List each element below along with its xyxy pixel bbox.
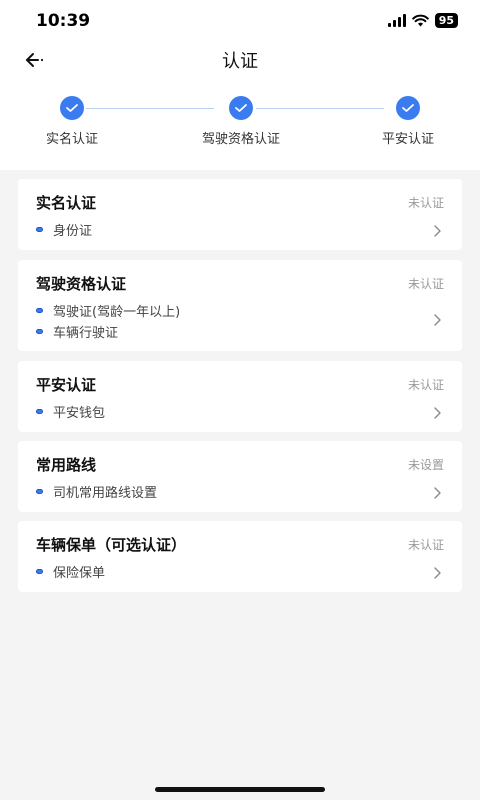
chevron-right-icon	[434, 407, 441, 419]
status-badge: 未认证	[407, 378, 444, 392]
card-title: 平安认证	[36, 376, 97, 394]
card-vehicle-insurance[interactable]: 车辆保单（可选认证） 未认证 保险保单	[18, 521, 462, 592]
status-badge: 未认证	[407, 538, 444, 552]
list-item: 平安钱包	[36, 402, 105, 421]
card-real-name[interactable]: 实名认证 未认证 身份证	[18, 179, 462, 250]
item-label: 车辆行驶证	[53, 326, 119, 341]
page-title: 认证	[222, 51, 258, 72]
status-time: 10:39	[36, 11, 91, 31]
step-label: 驾驶资格认证	[201, 132, 280, 147]
bullet-icon	[36, 227, 43, 232]
card-safety[interactable]: 平安认证 未认证 平安钱包	[18, 361, 462, 432]
bullet-icon	[36, 308, 43, 313]
list-item: 车辆行驶证	[36, 322, 118, 341]
status-badge: 未认证	[407, 196, 444, 210]
chevron-right-icon	[434, 225, 441, 237]
card-common-routes[interactable]: 常用路线 未设置 司机常用路线设置	[18, 441, 462, 512]
status-icons: 95	[387, 13, 458, 28]
check-icon	[396, 96, 420, 120]
card-title: 常用路线	[36, 456, 97, 474]
step-label: 实名认证	[45, 132, 98, 147]
bullet-icon	[36, 569, 43, 574]
header-area: 10:39 95 认证 实名认证 驾驶资格认证 平安认证	[0, 0, 480, 170]
wifi-icon	[411, 14, 429, 27]
card-title: 实名认证	[36, 194, 97, 212]
card-title: 车辆保单（可选认证）	[36, 536, 187, 554]
item-label: 保险保单	[53, 566, 106, 581]
nav-bar: 认证	[0, 42, 480, 86]
home-indicator[interactable]	[155, 787, 325, 792]
step-safety: 平安认证	[348, 96, 468, 147]
item-label: 身份证	[53, 224, 93, 239]
check-icon	[60, 96, 84, 120]
battery-icon: 95	[434, 13, 458, 28]
bullet-icon	[36, 489, 43, 494]
card-title: 驾驶资格认证	[36, 275, 127, 293]
status-badge: 未设置	[407, 458, 444, 472]
list-item: 司机常用路线设置	[36, 482, 157, 501]
check-icon	[229, 96, 253, 120]
item-label: 司机常用路线设置	[53, 486, 158, 501]
step-driving-qualification: 驾驶资格认证	[181, 96, 301, 147]
step-label: 平安认证	[381, 132, 434, 147]
chevron-right-icon	[434, 314, 441, 326]
status-bar: 10:39 95	[0, 0, 480, 42]
card-driving-qualification[interactable]: 驾驶资格认证 未认证 驾驶证(驾龄一年以上) 车辆行驶证	[18, 260, 462, 351]
chevron-right-icon	[434, 567, 441, 579]
bullet-icon	[36, 409, 43, 414]
status-badge: 未认证	[407, 277, 444, 291]
list-item: 保险保单	[36, 562, 105, 581]
list-item: 身份证	[36, 220, 92, 239]
bullet-icon	[36, 329, 43, 334]
chevron-right-icon	[434, 487, 441, 499]
item-label: 平安钱包	[53, 406, 106, 421]
step-real-name: 实名认证	[12, 96, 132, 147]
item-label: 驾驶证(驾龄一年以上)	[53, 305, 181, 320]
signal-icon	[387, 14, 406, 27]
progress-steps: 实名认证 驾驶资格认证 平安认证	[0, 86, 480, 170]
list-item: 驾驶证(驾龄一年以上)	[36, 301, 180, 320]
